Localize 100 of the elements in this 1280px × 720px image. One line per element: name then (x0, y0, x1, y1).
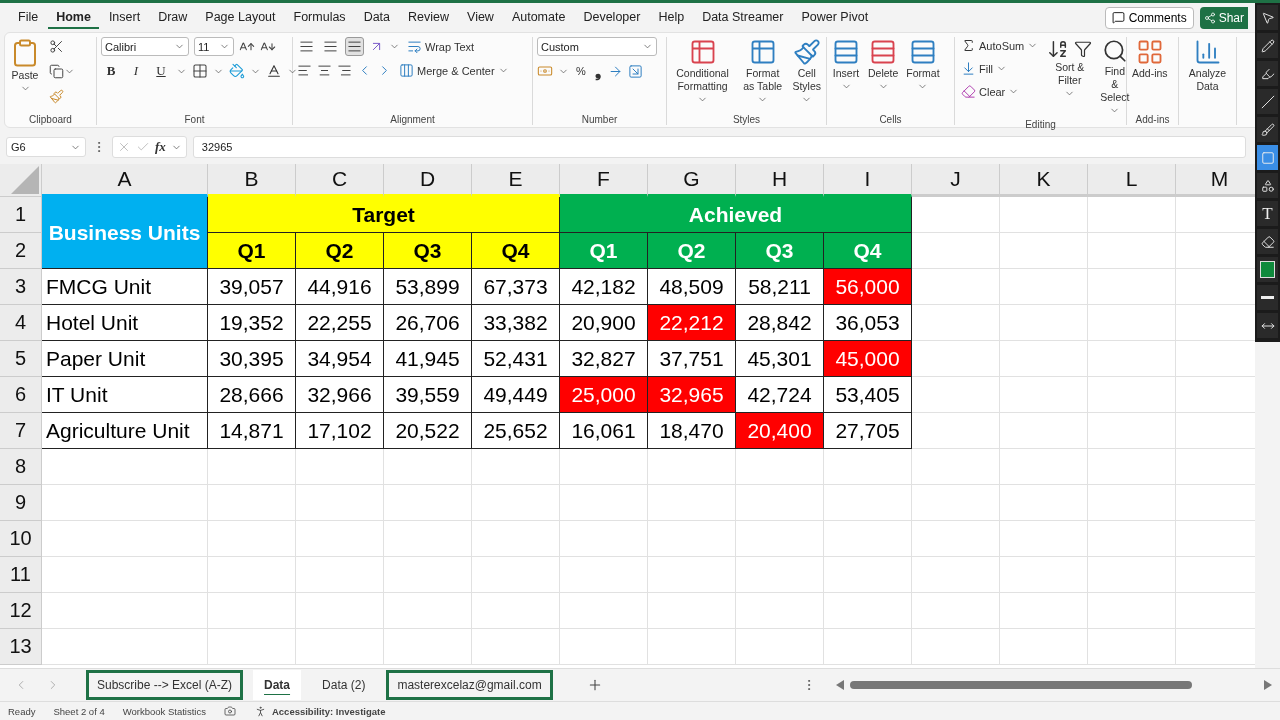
horizontal-scrollbar[interactable] (850, 681, 1192, 689)
annotation-tool-button[interactable] (1257, 229, 1278, 254)
styles-button[interactable]: Cell Styles (791, 37, 822, 107)
fill-button[interactable]: Fill (959, 60, 1041, 77)
menu-tab[interactable]: Data Streamer (694, 6, 792, 29)
column-header[interactable]: G (648, 164, 736, 197)
column-header[interactable]: A (42, 164, 208, 197)
cells-button[interactable]: Format (905, 37, 941, 94)
add-ins-button[interactable]: Add-ins (1131, 37, 1169, 82)
font-name-field[interactable]: Calibri (101, 37, 189, 56)
row-header[interactable]: 9 (0, 485, 42, 521)
fill-color-icon[interactable] (229, 63, 245, 79)
annotation-tool-button[interactable] (1257, 117, 1278, 142)
annotation-tool-button[interactable] (1257, 61, 1278, 86)
column-header[interactable]: C (296, 164, 384, 197)
row-header[interactable]: 1 (0, 197, 42, 233)
analyze-data-button[interactable]: Analyze Data (1183, 37, 1232, 95)
name-box[interactable]: G6 (6, 137, 86, 157)
annotation-tool-button[interactable] (1257, 33, 1278, 58)
annotation-tool-button[interactable] (1257, 89, 1278, 114)
find-select-button[interactable]: Find & Select (1099, 37, 1131, 118)
row-header[interactable]: 6 (0, 377, 42, 413)
header-cell: Q3 (384, 233, 472, 269)
column-header[interactable]: K (1000, 164, 1088, 197)
underline-button[interactable]: U (151, 62, 171, 80)
menu-tab[interactable]: Insert (100, 6, 149, 29)
column-header[interactable]: M (1176, 164, 1255, 197)
sheet-tab[interactable]: Subscribe --> Excel (A-Z) (86, 670, 244, 700)
sheet-tab[interactable]: masterexcelaz@gmail.com (386, 670, 553, 700)
menu-tab[interactable]: Review (400, 6, 458, 29)
column-header[interactable]: F (560, 164, 648, 197)
menu-tab[interactable]: Formulas (285, 6, 354, 29)
menu-tab[interactable]: Data (355, 6, 399, 29)
sort-filter-button[interactable]: Sort & Filter (1046, 37, 1094, 101)
align-bottom-button[interactable] (345, 37, 364, 56)
column-header[interactable]: B (208, 164, 296, 197)
font-color-icon[interactable] (266, 63, 282, 79)
row-header[interactable]: 4 (0, 305, 42, 341)
align-left-icon[interactable] (297, 63, 312, 78)
column-header[interactable]: E (472, 164, 560, 197)
check-icon (136, 140, 150, 154)
column-header[interactable]: I (824, 164, 912, 197)
menu-tab[interactable]: Draw (150, 6, 196, 29)
share-button[interactable]: Shar (1199, 6, 1248, 29)
paste-button[interactable]: Paste (9, 37, 41, 96)
menu-tab[interactable]: Help (650, 6, 693, 29)
annotation-tool-button[interactable] (1257, 285, 1278, 310)
merge-center-button[interactable]: Merge & Center (397, 62, 511, 79)
wrap-text-button[interactable]: Wrap Text (405, 38, 477, 55)
row-header[interactable]: 5 (0, 341, 42, 377)
autosum-button[interactable]: AutoSum (959, 37, 1041, 54)
align-center-icon[interactable] (317, 63, 332, 78)
align-right-icon[interactable] (337, 63, 352, 78)
sheet-tab[interactable]: Data (253, 670, 302, 700)
borders-icon[interactable] (192, 63, 208, 79)
menu-tab[interactable]: File (10, 6, 47, 29)
button-label: Sort & Filter (1054, 61, 1086, 88)
menu-tab[interactable]: Home (48, 6, 99, 29)
column-header[interactable]: J (912, 164, 1000, 197)
filter-icon (1074, 40, 1093, 58)
number-format-field[interactable]: Custom (537, 37, 657, 56)
menu-tab[interactable]: Power Pivot (793, 6, 877, 29)
button-label: Cell Styles (792, 67, 821, 94)
annotation-tool-button[interactable]: T (1257, 201, 1278, 226)
cells-button[interactable]: Insert (831, 37, 861, 94)
menu-tab[interactable]: View (459, 6, 502, 29)
font-size-field[interactable]: 11 (194, 37, 234, 56)
scroll-right-icon[interactable] (1264, 680, 1272, 690)
table-cell: 36,053 (824, 305, 912, 341)
bold-button[interactable]: B (101, 62, 121, 80)
row-header[interactable]: 13 (0, 629, 42, 665)
insert-function-button[interactable]: fx (155, 139, 166, 155)
menu-tab[interactable]: Page Layout (197, 6, 284, 29)
column-header[interactable]: H (736, 164, 824, 197)
comma-style-button[interactable]: ❟ (592, 62, 603, 80)
percent-button[interactable]: % (574, 64, 588, 78)
styles-button[interactable]: Conditional Formatting (671, 37, 734, 107)
menu-tab[interactable]: Automate (503, 6, 574, 29)
row-header[interactable]: 10 (0, 521, 42, 557)
sheet-tab[interactable]: Data (2) (311, 670, 377, 700)
row-header[interactable]: 7 (0, 413, 42, 449)
comments-button[interactable]: Comments (1104, 6, 1194, 29)
row-header[interactable]: 2 (0, 233, 42, 269)
formula-field[interactable]: 32965 (192, 136, 1246, 158)
annotation-tool-button[interactable] (1257, 173, 1278, 198)
annotation-tool-button[interactable] (1257, 5, 1278, 30)
accessibility-status[interactable]: Accessibility: Investigate (271, 705, 386, 717)
row-header[interactable]: 12 (0, 593, 42, 629)
column-header[interactable]: L (1088, 164, 1176, 197)
cells-button[interactable]: Delete (867, 37, 900, 94)
styles-button[interactable]: Format as Table (740, 37, 786, 107)
row-header[interactable]: 11 (0, 557, 42, 593)
column-header[interactable]: D (384, 164, 472, 197)
row-header[interactable]: 3 (0, 269, 42, 305)
italic-button[interactable]: I (126, 62, 146, 80)
menu-tab[interactable]: Developer (575, 6, 649, 29)
scroll-left-icon[interactable] (836, 680, 844, 690)
comment-icon (1111, 11, 1125, 24)
clear-button[interactable]: Clear (959, 83, 1041, 100)
row-header[interactable]: 8 (0, 449, 42, 485)
